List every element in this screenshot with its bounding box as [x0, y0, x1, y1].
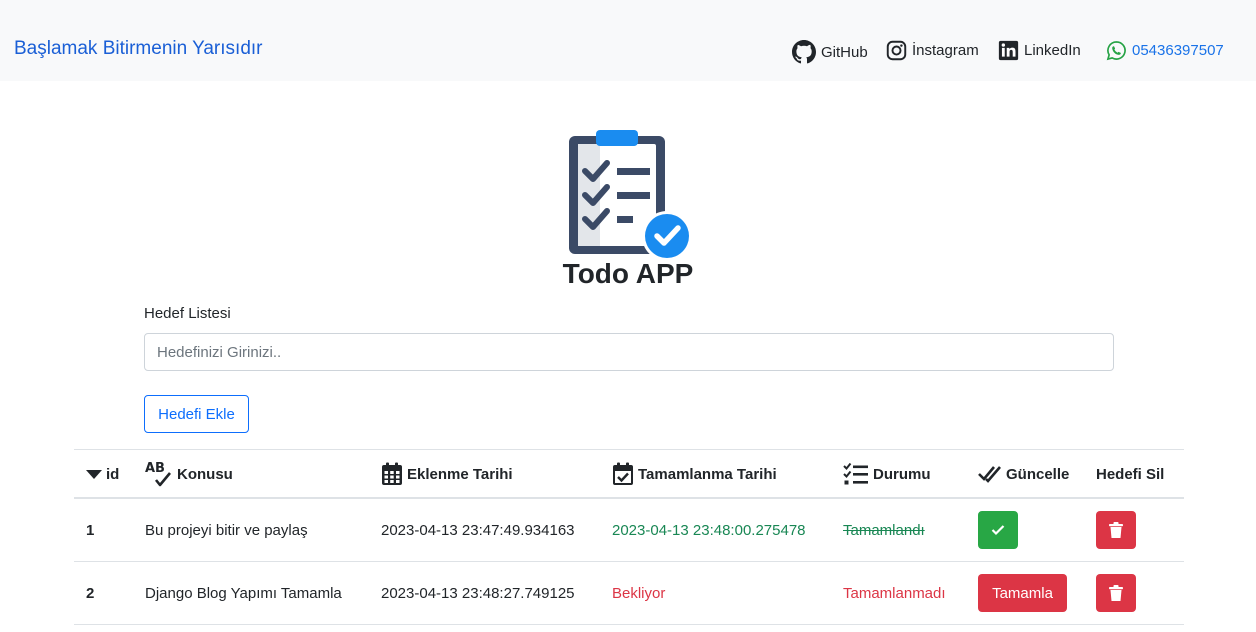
- complete-button[interactable]: Tamamla: [978, 574, 1067, 612]
- instagram-link[interactable]: İnstagram: [886, 40, 979, 61]
- spellcheck-icon: AB: [145, 461, 171, 487]
- table-header: id AB Konusu Eklenme Tarihi Tamamlanma T…: [74, 449, 1184, 499]
- row-sil: [1096, 562, 1136, 624]
- row-tamamlanma: Bekliyor: [612, 584, 666, 602]
- goal-list-label: Hedef Listesi: [144, 305, 231, 322]
- row-durum: Tamamlanmadı: [843, 584, 946, 602]
- whatsapp-link[interactable]: 05436397507: [1106, 40, 1224, 61]
- status-completed-text: Tamamlandı: [843, 521, 925, 539]
- row-id: 1: [86, 521, 95, 539]
- table-row: 1 Bu projeyi bitir ve paylaş 2023-04-13 …: [74, 499, 1184, 562]
- goal-input[interactable]: [144, 333, 1114, 371]
- header-sil: Hedefi Sil: [1096, 450, 1164, 498]
- github-link[interactable]: GitHub: [792, 40, 868, 64]
- header-durum: Durumu: [843, 450, 931, 498]
- linkedin-link[interactable]: LinkedIn: [998, 40, 1081, 61]
- header-guncelle: Güncelle: [978, 450, 1069, 498]
- row-konu: Django Blog Yapımı Tamamla: [145, 584, 342, 602]
- linkedin-label: LinkedIn: [1024, 42, 1081, 59]
- checklist-icon: [843, 462, 868, 485]
- app-title: Todo APP: [562, 258, 694, 289]
- header-konu-label: Konusu: [177, 465, 233, 483]
- github-icon: [792, 40, 816, 64]
- sort-down-icon: [86, 470, 102, 479]
- header-guncelle-label: Güncelle: [1006, 465, 1070, 483]
- check-icon: [991, 525, 1005, 536]
- row-tamamlanma: 2023-04-13 23:48:00.275478: [612, 521, 806, 539]
- instagram-label: İnstagram: [912, 42, 979, 59]
- phone-label: 05436397507: [1132, 42, 1224, 59]
- calendar-check-icon: [613, 462, 633, 485]
- todo-clipboard-logo: [569, 130, 692, 261]
- row-eklenme: 2023-04-13 23:47:49.934163: [381, 521, 575, 539]
- header-tamamlanma: Tamamlanma Tarihi: [612, 450, 777, 498]
- completed-check-button[interactable]: [978, 511, 1018, 549]
- header-durum-label: Durumu: [873, 465, 931, 483]
- row-eklenme: 2023-04-13 23:48:27.749125: [381, 584, 575, 602]
- row-sil: [1096, 499, 1136, 561]
- header-konu: AB Konusu: [145, 450, 233, 498]
- row-durum: Tamamlandı: [843, 499, 925, 561]
- header-tamamlanma-label: Tamamlanma Tarihi: [638, 465, 777, 483]
- goals-table: id AB Konusu Eklenme Tarihi Tamamlanma T…: [74, 449, 1184, 625]
- row-guncelle: Tamamla: [978, 562, 1067, 624]
- instagram-icon: [886, 40, 907, 61]
- github-label: GitHub: [821, 43, 868, 61]
- whatsapp-icon: [1106, 41, 1126, 61]
- table-row: 2 Django Blog Yapımı Tamamla 2023-04-13 …: [74, 562, 1184, 625]
- linkedin-icon: [998, 40, 1019, 61]
- row-guncelle: [978, 499, 1018, 561]
- row-konu: Bu projeyi bitir ve paylaş: [145, 521, 308, 539]
- double-check-icon: [978, 466, 1001, 483]
- header-eklenme: Eklenme Tarihi: [381, 450, 513, 498]
- svg-text:AB: AB: [145, 461, 165, 476]
- header-id-label: id: [106, 465, 120, 483]
- delete-button[interactable]: [1096, 574, 1136, 612]
- trash-icon: [1109, 522, 1123, 538]
- header-sil-label: Hedefi Sil: [1096, 465, 1165, 483]
- header-eklenme-label: Eklenme Tarihi: [407, 465, 513, 483]
- add-goal-button[interactable]: Hedefi Ekle: [144, 395, 249, 433]
- header-id[interactable]: id: [86, 450, 119, 498]
- navbar-brand[interactable]: Başlamak Bitirmenin Yarısıdır: [14, 38, 263, 60]
- trash-icon: [1109, 585, 1123, 601]
- row-id: 2: [86, 584, 95, 602]
- navbar: Başlamak Bitirmenin Yarısıdır GitHub İns…: [0, 0, 1256, 81]
- delete-button[interactable]: [1096, 511, 1136, 549]
- calendar-icon: [382, 462, 402, 485]
